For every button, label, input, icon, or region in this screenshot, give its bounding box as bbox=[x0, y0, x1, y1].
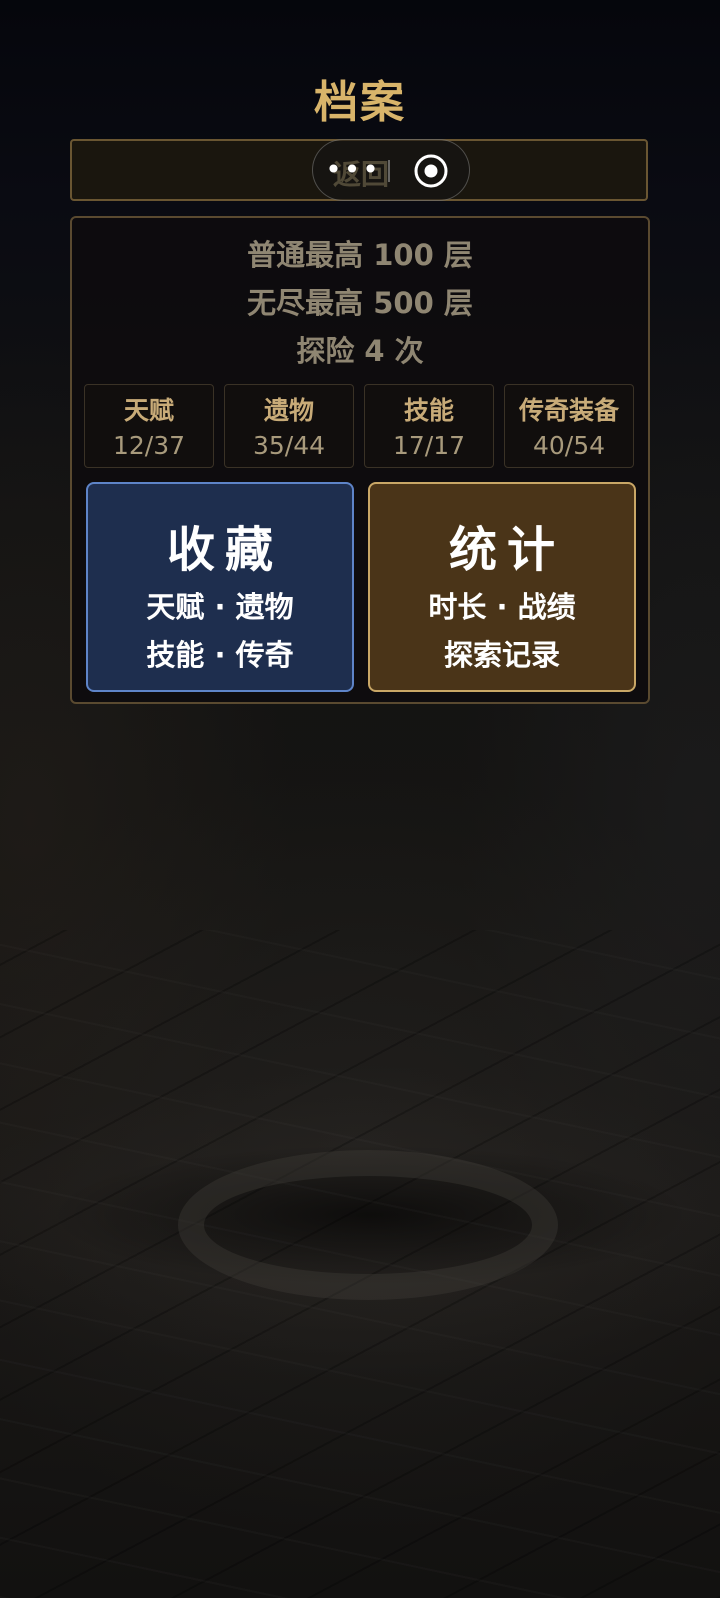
collection-subtitle-2: 技能 · 传奇 bbox=[146, 638, 294, 672]
statistics-title: 统计 bbox=[448, 522, 565, 578]
counter-label: 技能 bbox=[403, 396, 454, 425]
collection-button[interactable]: 收藏 天赋 · 遗物 技能 · 传奇 bbox=[86, 482, 354, 692]
page-title: 档案 bbox=[314, 77, 406, 128]
archive-screen: 档案 返回 ••• 普通最高 100 层 无尽最高 500 层 探险 4 次 天… bbox=[0, 0, 720, 1598]
stone-well-background bbox=[178, 1150, 558, 1300]
counter-talents: 天赋 12/37 bbox=[84, 384, 214, 468]
adventure-count: 探险 4 次 bbox=[296, 334, 424, 368]
collection-title: 收藏 bbox=[166, 522, 283, 578]
archive-panel: 普通最高 100 层 无尽最高 500 层 探险 4 次 天赋 12/37 遗物… bbox=[70, 216, 650, 704]
counter-legendary-gear: 传奇装备 40/54 bbox=[504, 384, 634, 468]
endless-best-floor: 无尽最高 500 层 bbox=[247, 286, 473, 320]
normal-best-floor: 普通最高 100 层 bbox=[247, 238, 473, 272]
counter-value: 12/37 bbox=[112, 431, 186, 460]
statistics-subtitle-1: 时长 · 战绩 bbox=[428, 590, 576, 624]
mini-program-capsule: ••• bbox=[312, 139, 470, 201]
statistics-subtitle-2: 探索记录 bbox=[443, 638, 560, 672]
counter-relics: 遗物 35/44 bbox=[224, 384, 354, 468]
counter-skills: 技能 17/17 bbox=[364, 384, 494, 468]
more-dots-icon[interactable]: ••• bbox=[323, 156, 383, 184]
counter-label: 天赋 bbox=[123, 396, 174, 425]
collection-subtitle-1: 天赋 · 遗物 bbox=[146, 590, 294, 624]
target-circle-icon[interactable] bbox=[413, 153, 449, 189]
counter-value: 40/54 bbox=[532, 431, 606, 460]
capsule-divider bbox=[388, 160, 390, 182]
statistics-button[interactable]: 统计 时长 · 战绩 探索记录 bbox=[368, 482, 636, 692]
counter-value: 35/44 bbox=[252, 431, 326, 460]
counter-value: 17/17 bbox=[392, 431, 466, 460]
counter-label: 遗物 bbox=[263, 396, 314, 425]
counter-label: 传奇装备 bbox=[518, 396, 619, 425]
